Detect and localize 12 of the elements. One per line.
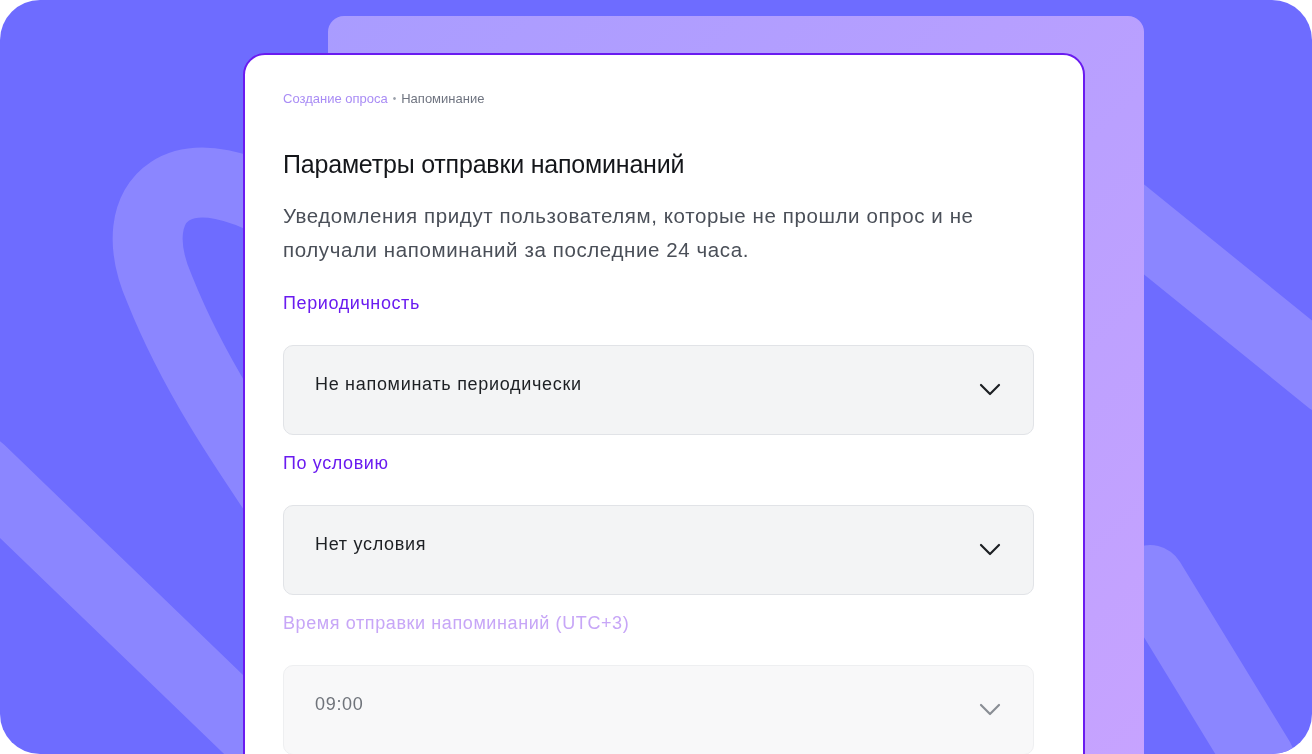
breadcrumb-separator: • xyxy=(392,93,397,104)
field-label: По условию xyxy=(283,453,390,474)
form-title: Параметры отправки напоминаний xyxy=(283,150,686,179)
chevron-down-icon xyxy=(979,383,1001,397)
field-label: Периодичность xyxy=(283,293,421,314)
select-field[interactable]: Не напоминать периодически xyxy=(283,345,1034,435)
field-label: Время отправки напоминаний (UTC+3) xyxy=(283,613,631,634)
form-description: Уведомления придут пользователям, которые не прошли опрос и не получали напоминаний за последние 24 часа. xyxy=(283,203,975,263)
chevron-down-icon xyxy=(979,543,1001,557)
breadcrumb-item: Напоминание xyxy=(401,91,485,106)
select-field[interactable]: Нет условия xyxy=(283,505,1034,595)
chevron-down-icon xyxy=(979,703,1001,717)
